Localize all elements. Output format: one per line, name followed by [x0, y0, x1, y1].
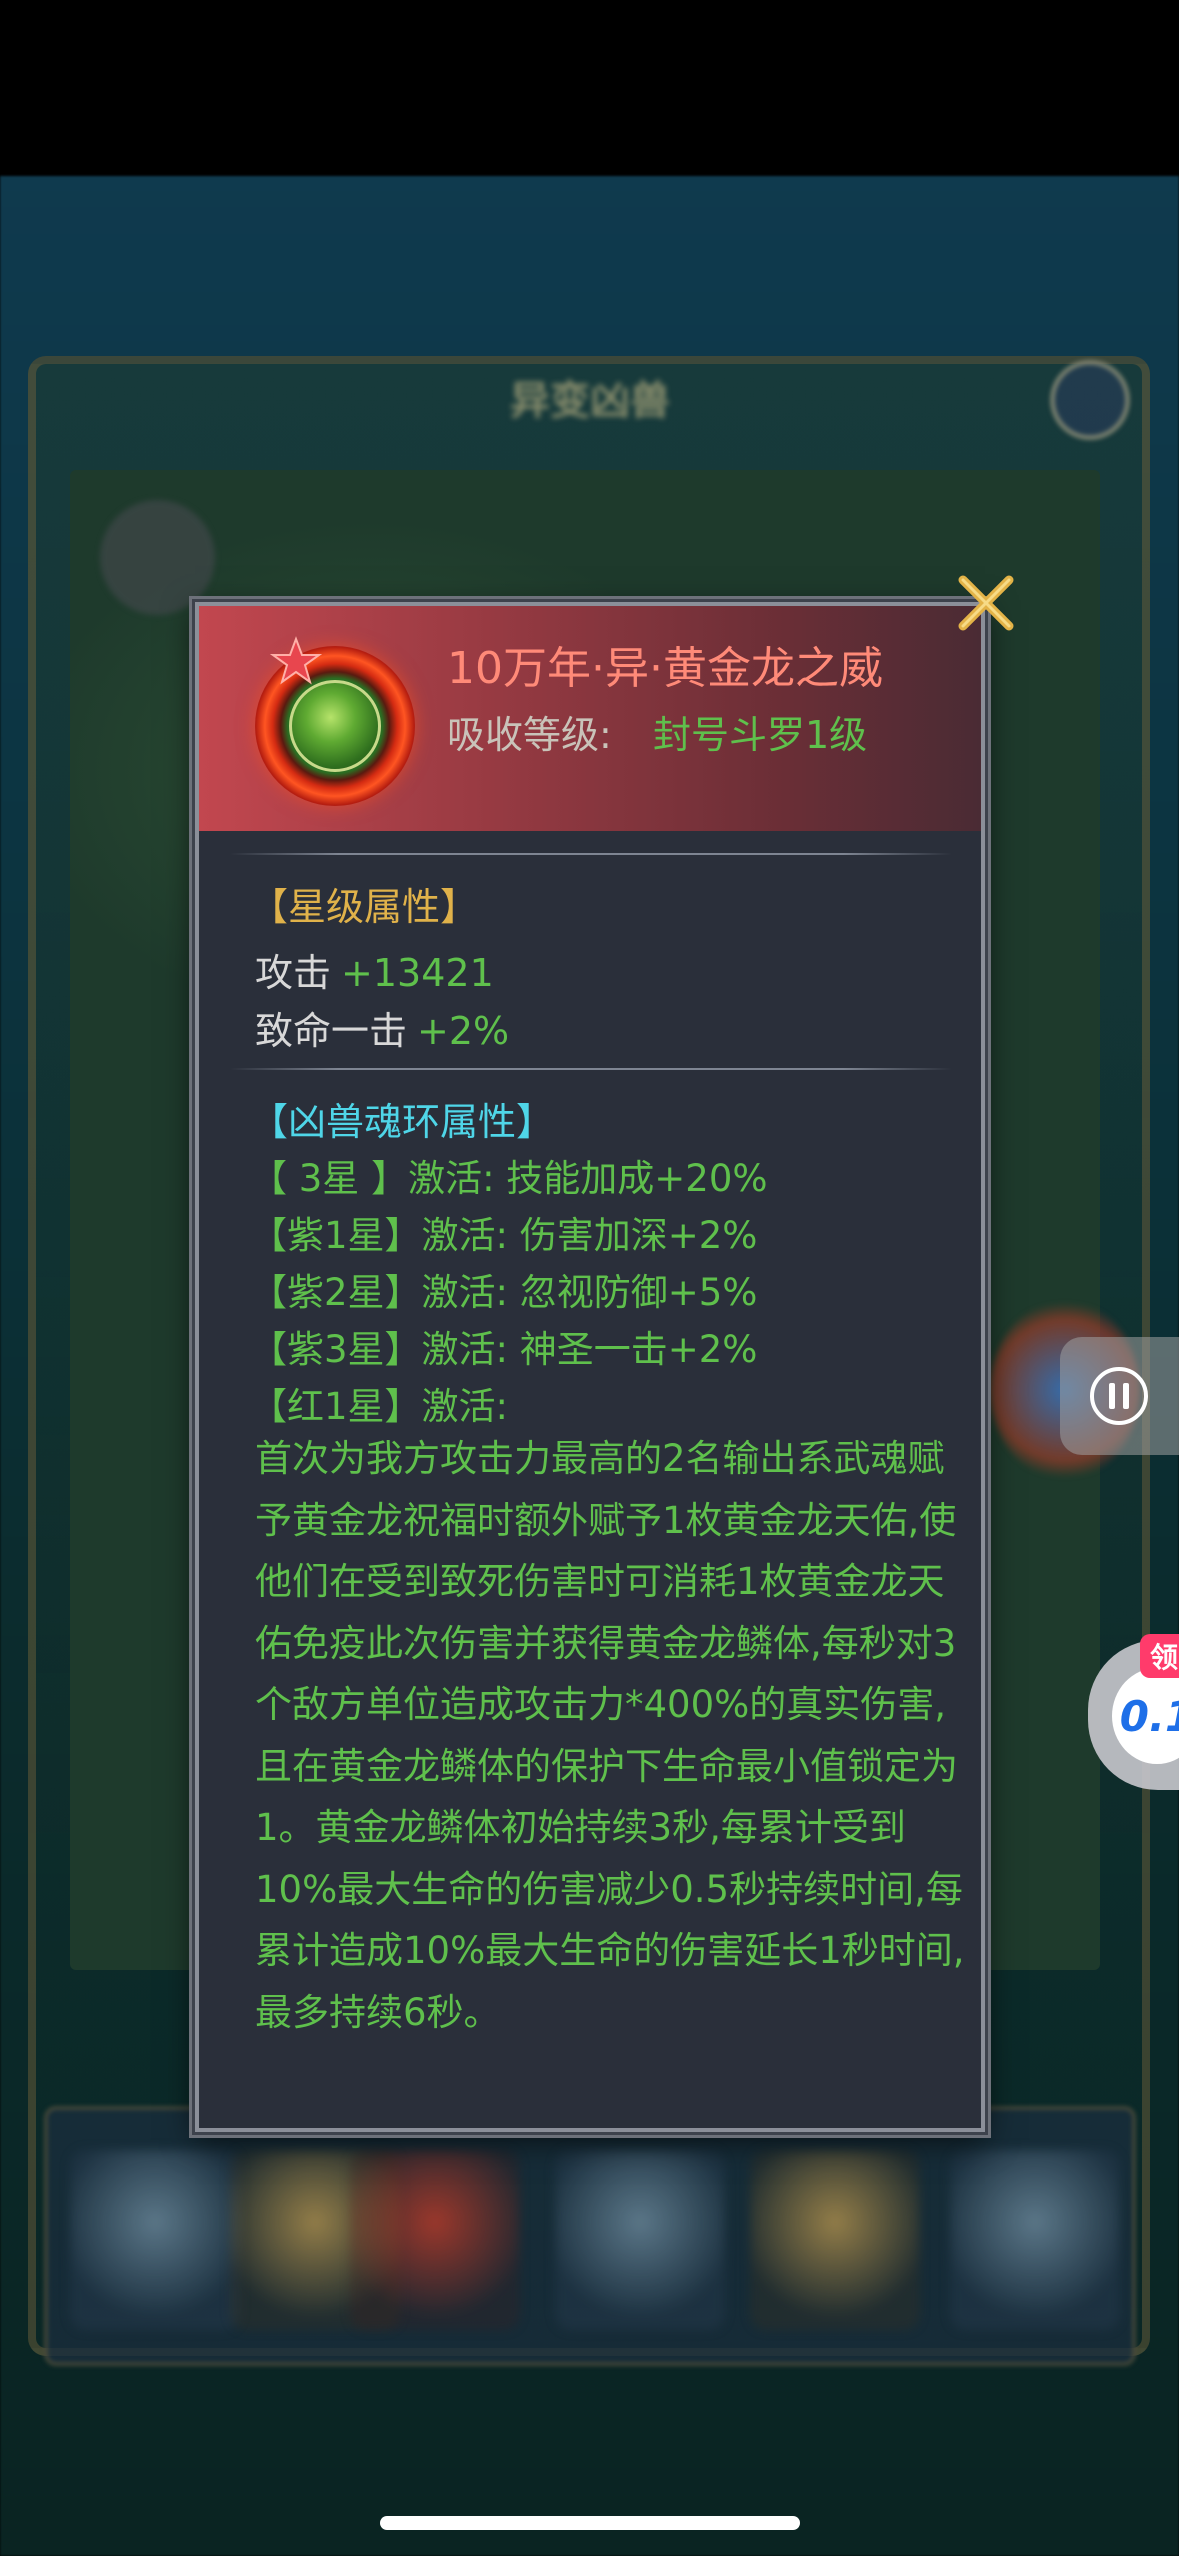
activation-line: 【 3星 】激活: 技能加成+20%	[250, 1157, 768, 1200]
background-close-icon	[1050, 360, 1130, 440]
stat-name: 致命一击	[255, 1009, 408, 1053]
background-menu-icon	[100, 500, 215, 615]
close-icon[interactable]	[955, 572, 1017, 634]
home-indicator[interactable]	[380, 2516, 800, 2530]
activation-line: 【紫3星】激活: 神圣一击+2%	[250, 1328, 758, 1371]
star-icon	[270, 636, 322, 685]
activation-line: 【紫2星】激活: 忽视防御+5%	[250, 1271, 758, 1314]
red-star-description: 首次为我方攻击力最高的2名输出系武魂赋予黄金龙祝福时额外赋予1枚黄金龙天佑,使他…	[255, 1437, 965, 2034]
divider	[230, 1068, 952, 1070]
absorb-level-value: 封号斗罗1级	[653, 713, 868, 757]
activation-line: 【紫1星】激活: 伤害加深+2%	[250, 1214, 758, 1257]
activation-line: 【红1星】激活:	[250, 1385, 509, 1428]
pause-icon	[1090, 1367, 1148, 1425]
background-mutant-button	[350, 2150, 520, 2330]
background-chest-button	[750, 2150, 920, 2330]
stat-value: +13421	[341, 951, 494, 995]
promo-badge: 领	[1140, 1634, 1179, 1678]
absorb-level-label: 吸收等级:	[447, 713, 612, 757]
background-ring-button	[555, 2150, 725, 2330]
stat-value: +2%	[417, 1009, 510, 1053]
stat-row-critical: 致命一击 +2%	[255, 1000, 509, 1055]
top-black-band	[0, 0, 1179, 176]
background-orb-button	[950, 2150, 1120, 2330]
background-panel-title: 异变凶兽	[510, 378, 670, 424]
stat-row-attack: 攻击 +13421	[255, 942, 494, 997]
ring-attributes-title: 【凶兽魂环属性】	[250, 1100, 555, 1144]
divider	[230, 853, 952, 855]
stat-name: 攻击	[255, 951, 332, 995]
star-attributes-title: 【星级属性】	[250, 885, 479, 929]
soul-ring-core	[289, 680, 381, 772]
item-name: 10万年·异·黄金龙之威	[447, 643, 883, 694]
background-back-button	[70, 2150, 240, 2330]
pause-button[interactable]	[1060, 1337, 1179, 1455]
